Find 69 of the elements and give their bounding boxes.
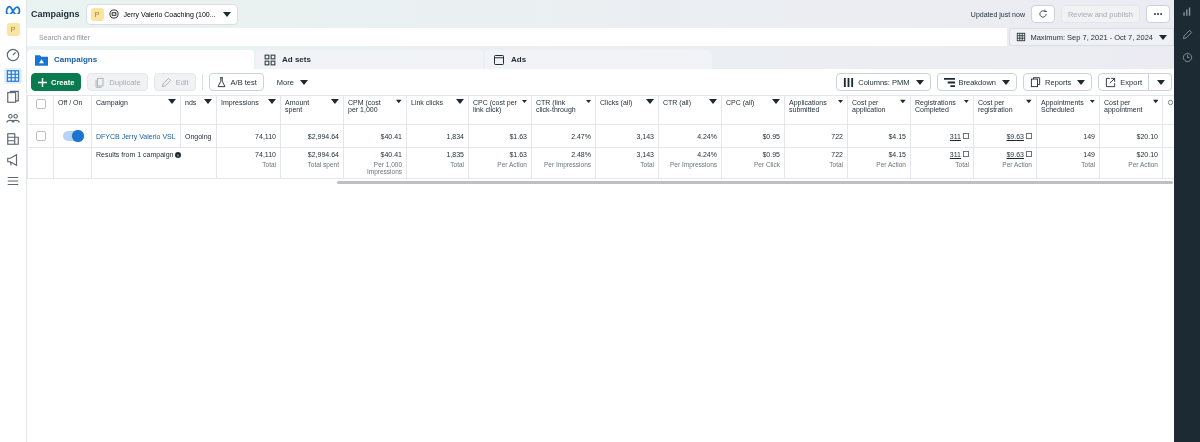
gauge-icon: [6, 48, 20, 62]
caret-icon: [222, 11, 231, 17]
caret-icon: [1090, 99, 1095, 104]
more-button[interactable]: [1146, 5, 1170, 23]
columns-icon: [843, 76, 855, 88]
nav-item[interactable]: [4, 47, 22, 63]
pencil-icon: [1181, 29, 1193, 40]
account-icon: [108, 9, 119, 19]
caret-icon: [915, 79, 924, 85]
export-icon: [1105, 76, 1117, 88]
checkbox[interactable]: [35, 131, 46, 141]
checkbox[interactable]: [35, 99, 46, 109]
export-menu-button[interactable]: [1149, 73, 1172, 91]
pages-icon: [6, 90, 20, 104]
tab[interactable]: Ads: [485, 50, 712, 69]
chart-icon: [1181, 6, 1193, 17]
refresh-button[interactable]: [1030, 5, 1055, 23]
caret-icon: [396, 99, 402, 104]
nav-item[interactable]: [4, 89, 22, 105]
people-icon: [6, 111, 20, 125]
duplicate-icon: [94, 76, 106, 88]
caret-icon: [456, 99, 464, 104]
caret-icon: [1002, 79, 1011, 85]
table-icon: [6, 69, 20, 83]
caret-icon: [331, 99, 339, 104]
note-icon: [1026, 132, 1032, 139]
nav-item[interactable]: [4, 131, 22, 147]
note-icon: [1026, 151, 1032, 157]
calendar-icon: [1016, 32, 1027, 42]
caret-icon: [1152, 99, 1158, 104]
scrollbar[interactable]: [337, 181, 1173, 184]
megaphone-icon: [6, 153, 20, 167]
stack-icon: [6, 132, 20, 146]
caret-icon: [1026, 99, 1032, 104]
caret-icon: [522, 99, 527, 104]
page-title: Campaigns: [31, 9, 80, 19]
plus-icon: [38, 77, 47, 87]
caret-icon: [709, 99, 717, 104]
tab[interactable]: Campaigns: [27, 50, 254, 69]
caret-icon: [964, 99, 969, 104]
caret-icon: [772, 99, 780, 104]
breakdown-icon: [943, 76, 955, 88]
tab[interactable]: Ad sets: [256, 50, 483, 69]
folder-icon: [35, 53, 48, 66]
caret-icon: [1159, 34, 1167, 40]
clock-icon: [1181, 52, 1193, 63]
caret-icon: [168, 99, 176, 104]
toggle-switch[interactable]: [62, 131, 83, 141]
note-icon: [963, 151, 969, 157]
caret-icon: [1077, 79, 1086, 85]
refresh-icon: [1037, 9, 1048, 19]
info-icon: [175, 152, 182, 159]
caret-icon: [585, 99, 591, 104]
pencil-icon: [160, 76, 172, 88]
caret-icon: [299, 79, 308, 85]
logo-icon[interactable]: [5, 4, 21, 14]
reports-icon: [1030, 76, 1042, 88]
flask-icon: [215, 76, 227, 88]
menu-icon: [6, 174, 20, 188]
caret-icon: [204, 99, 212, 104]
caret-icon: [1157, 79, 1165, 85]
note-icon: [963, 132, 969, 139]
nav-item[interactable]: [4, 68, 22, 84]
caret-icon: [268, 99, 276, 104]
caret-icon: [837, 99, 843, 104]
grid-icon: [264, 53, 276, 66]
caret-icon: [646, 99, 654, 104]
caret-icon: [900, 99, 906, 104]
page-icon: [493, 53, 505, 66]
